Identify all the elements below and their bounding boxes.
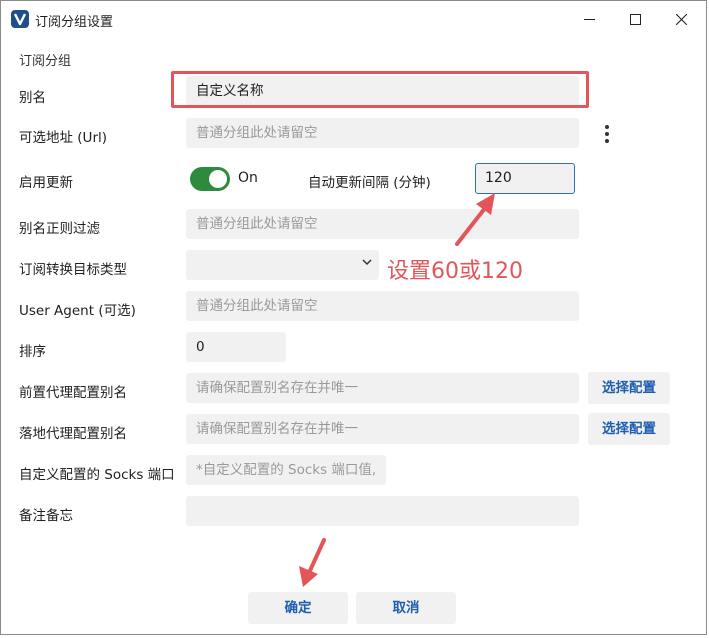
settings-dialog: 订阅分组设置 订阅分组 别名 自定义名称 可选地址 (Url) 普通分组此处请留… [0,0,707,635]
arrow-to-interval [455,193,495,246]
arrow-to-ok-button [299,538,326,587]
annotation-arrows [299,193,495,587]
